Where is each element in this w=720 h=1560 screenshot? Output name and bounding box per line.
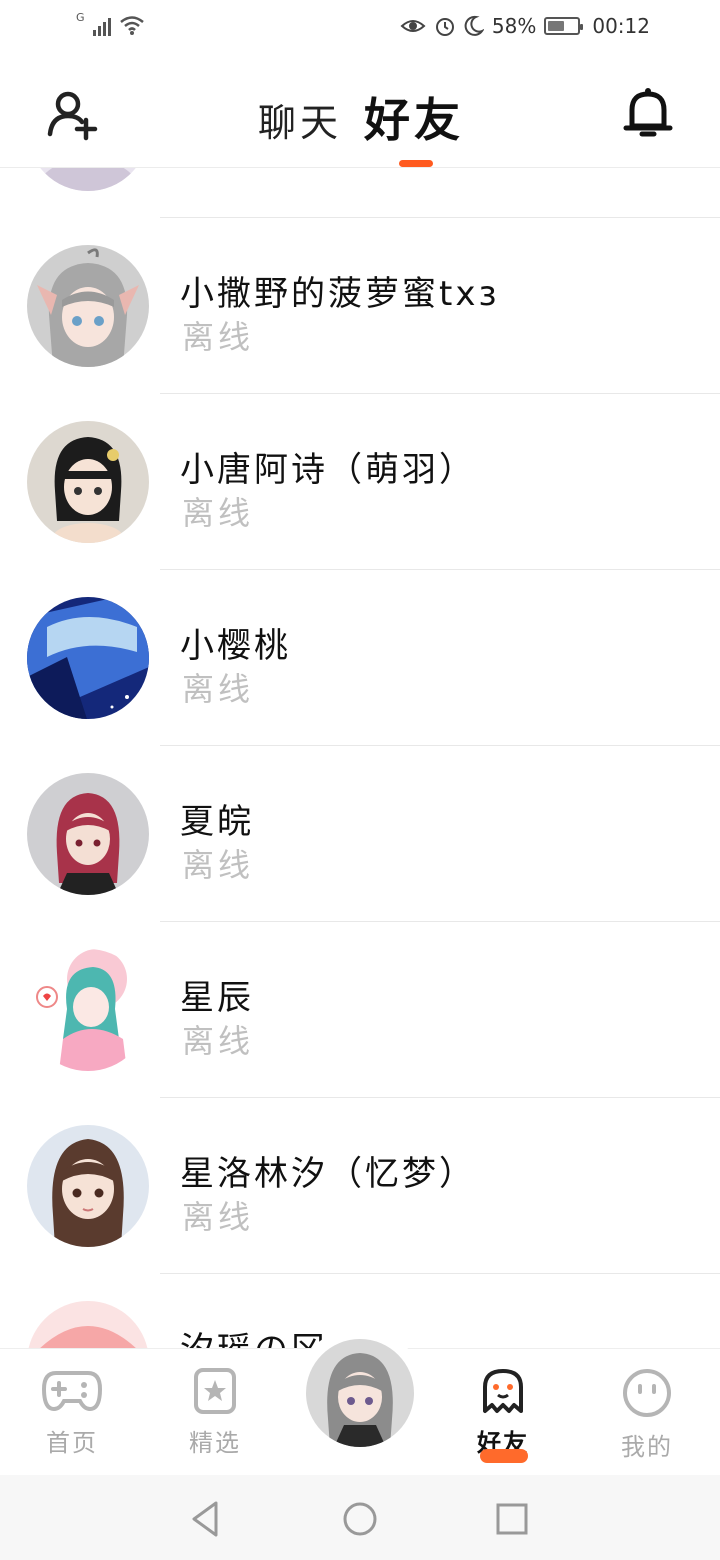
tab-chat[interactable]: 聊天 <box>258 92 342 147</box>
signal-icon <box>92 14 111 36</box>
friend-status: 离线 <box>182 670 255 708</box>
star-icon <box>194 1368 236 1414</box>
bell-icon <box>623 88 673 137</box>
system-recents-button[interactable] <box>490 1497 534 1541</box>
system-home-button[interactable] <box>338 1497 382 1541</box>
gamepad-icon <box>41 1371 103 1412</box>
nav-home[interactable]: 首页 <box>17 1367 127 1458</box>
list-item[interactable]: 小撒野的菠萝蜜txз 离线 <box>0 218 720 394</box>
clock: 00:12 <box>592 14 650 38</box>
recents-icon <box>496 1503 528 1535</box>
nav-featured[interactable]: 精选 <box>160 1367 270 1458</box>
status-bar: G 58% 00:12 <box>0 0 720 56</box>
nav-friends[interactable]: 好友 <box>448 1367 558 1458</box>
active-nav-indicator <box>480 1449 528 1463</box>
brown-hair-girl-avatar <box>27 1125 149 1247</box>
status-right: 58% 00:12 <box>400 14 650 38</box>
center-avatar-button[interactable] <box>306 1339 414 1447</box>
list-item[interactable]: 小唐阿诗（萌羽） 离线 <box>0 394 720 570</box>
silver-hair-catgirl-avatar <box>27 245 149 367</box>
friend-name: 小樱桃 <box>180 626 291 666</box>
nav-home-label: 首页 <box>46 1429 98 1457</box>
friend-name: 汐瑶の冈 <box>180 1322 328 1348</box>
pink-hat-girl-avatar <box>27 1301 149 1348</box>
add-friend-icon <box>47 91 98 141</box>
center-avatar-icon <box>306 1339 414 1447</box>
ghost-icon <box>483 1369 523 1413</box>
friend-name: 星辰 <box>180 978 254 1018</box>
battery-icon <box>544 17 584 35</box>
add-friend-button[interactable] <box>44 86 100 142</box>
eye-comfort-icon <box>400 20 426 32</box>
friend-name: 小撒野的菠萝蜜txз <box>180 274 500 314</box>
black-hair-girl-avatar <box>27 421 149 543</box>
friend-status: 离线 <box>182 168 254 172</box>
list-item[interactable]: 星辰 离线 <box>0 922 720 1098</box>
battery-percent: 58% <box>491 14 537 38</box>
partial-avatar <box>27 168 149 191</box>
friend-status: 离线 <box>182 1022 255 1060</box>
nav-me-label: 我的 <box>621 1433 673 1461</box>
nav-me[interactable]: 我的 <box>592 1367 702 1462</box>
list-item[interactable]: 离线 <box>0 168 720 218</box>
home-icon <box>343 1502 377 1536</box>
network-type: G <box>76 10 85 24</box>
list-item[interactable]: 夏皖 离线 <box>0 746 720 922</box>
nav-featured-label: 精选 <box>189 1429 241 1457</box>
friend-name: 星洛林汐（忆梦） <box>180 1154 476 1194</box>
list-item[interactable]: 星洛林汐（忆梦） 离线 <box>0 1098 720 1274</box>
friend-status: 离线 <box>182 494 255 532</box>
system-navigation-bar <box>0 1475 720 1560</box>
pink-dress-girl-avatar <box>27 949 149 1071</box>
bottom-navigation: 首页 精选 好友 我的 <box>0 1327 720 1475</box>
friend-status: 离线 <box>182 1198 255 1236</box>
active-tab-indicator <box>399 160 433 167</box>
red-hair-girl-avatar <box>27 773 149 895</box>
alarm-icon <box>435 18 454 36</box>
back-icon <box>192 1501 218 1537</box>
friend-status: 离线 <box>182 318 255 356</box>
friend-name: 夏皖 <box>180 802 254 842</box>
friend-name: 小唐阿诗（萌羽） <box>180 450 476 490</box>
system-back-button[interactable] <box>186 1497 230 1541</box>
status-left: G <box>76 10 145 36</box>
tab-friends[interactable]: 好友 <box>364 84 464 150</box>
notifications-button[interactable] <box>620 84 676 142</box>
friend-list: 离线 小撒野的菠萝蜜txз 离线 <box>0 168 720 1348</box>
smiley-icon <box>623 1369 671 1417</box>
header-tabs: 聊天 好友 <box>258 84 464 150</box>
friend-status: 离线 <box>182 846 255 884</box>
moon-icon <box>464 15 484 36</box>
wifi-icon <box>119 16 144 35</box>
top-header: 聊天 好友 <box>0 56 720 168</box>
list-item[interactable]: 小樱桃 离线 <box>0 570 720 746</box>
blue-sky-avatar <box>27 597 149 719</box>
